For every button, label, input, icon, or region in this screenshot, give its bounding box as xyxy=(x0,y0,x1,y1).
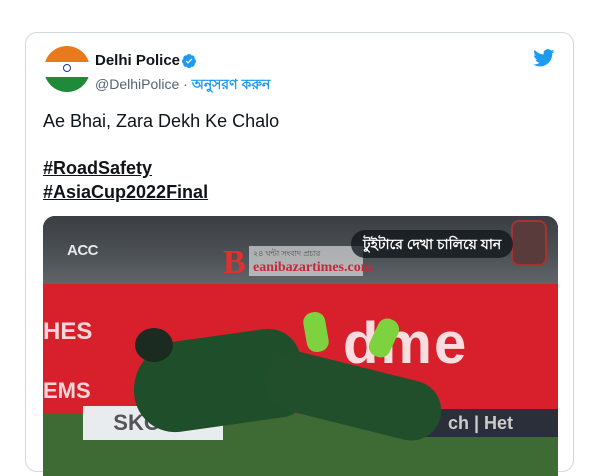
follow-button[interactable]: অনুসরণ করুন xyxy=(192,76,271,92)
tweet-text: Ae Bhai, Zara Dekh Ke Chalo xyxy=(43,111,280,131)
banner-text-left-top: HES xyxy=(43,318,93,345)
handle-line: @DelhiPolice · অনুসরণ করুন xyxy=(95,73,270,97)
acc-logo: ACC xyxy=(67,242,99,259)
flag-green-band xyxy=(44,76,90,92)
twitter-bird-icon[interactable] xyxy=(533,49,555,67)
tweet-video[interactable]: ACC HES EMS dme SKODA ch | Het B ২৪ ঘন্ট… xyxy=(43,216,558,476)
continue-on-twitter-button[interactable]: টুইটারে দেখা চালিয়ে যান xyxy=(351,230,514,258)
watermark-site: eanibazartimes.com xyxy=(253,260,373,275)
handle[interactable]: @DelhiPolice xyxy=(95,76,179,92)
police-emblem-icon xyxy=(511,220,547,266)
hashtag-asiacup[interactable]: #AsiaCup2022Final xyxy=(43,180,208,204)
fielder-helmet xyxy=(135,328,173,362)
banner-text-left-bottom: EMS xyxy=(43,378,91,403)
tweet-card[interactable]: Delhi Police @DelhiPolice · অনুসরণ করুন … xyxy=(25,32,574,476)
watermark-logo: B xyxy=(223,244,246,281)
hashtag-list: #RoadSafety #AsiaCup2022Final xyxy=(43,156,208,204)
flag-saffron-band xyxy=(44,46,90,62)
author-name[interactable]: Delhi Police xyxy=(95,52,180,69)
separator: · xyxy=(183,76,188,92)
avatar[interactable] xyxy=(44,46,90,92)
ashoka-chakra-icon xyxy=(63,64,71,72)
verified-badge-icon xyxy=(182,54,196,69)
hashtag-roadsafety[interactable]: #RoadSafety xyxy=(43,156,208,180)
